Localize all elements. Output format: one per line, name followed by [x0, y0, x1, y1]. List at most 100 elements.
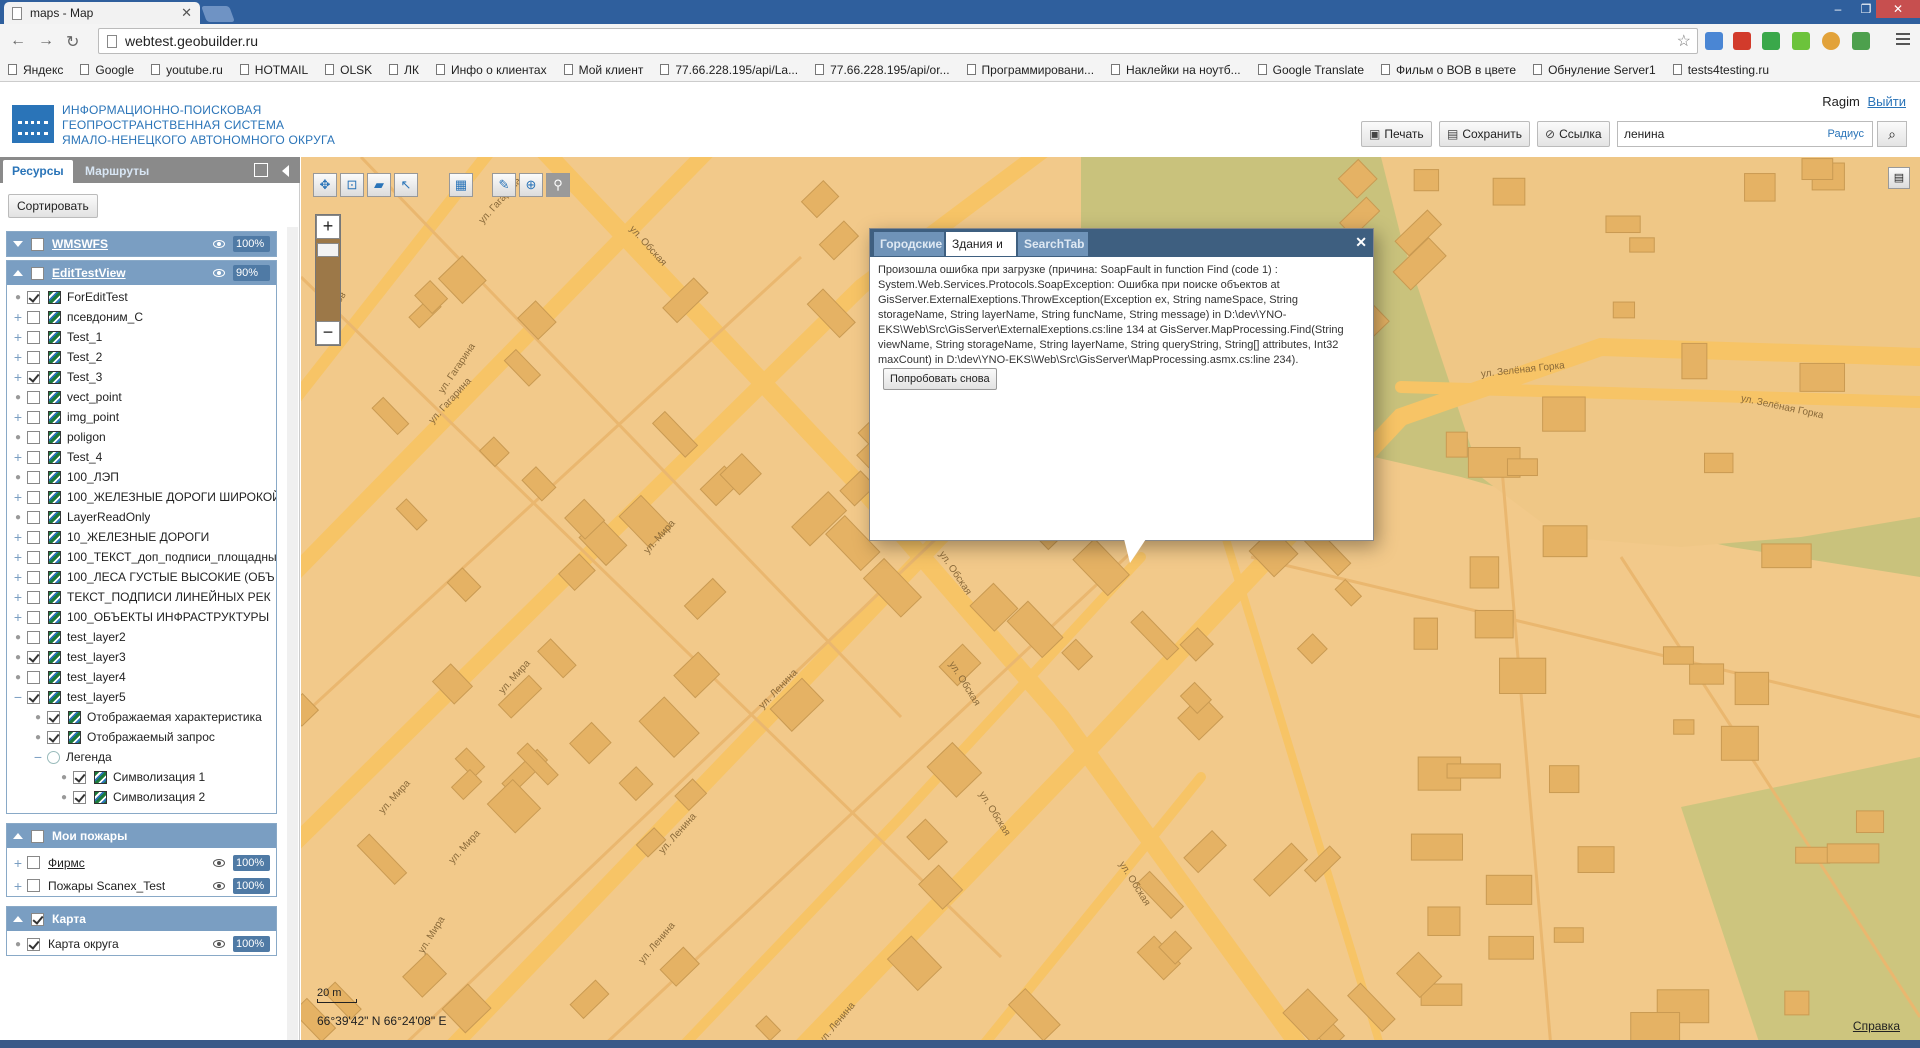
group-checkbox[interactable] — [31, 912, 44, 926]
expand-icon[interactable]: + — [11, 529, 25, 545]
group-checkbox[interactable] — [31, 237, 44, 251]
layer-checkbox[interactable] — [73, 770, 86, 784]
visibility-eye-icon[interactable] — [213, 240, 225, 248]
expand-icon[interactable]: + — [11, 449, 25, 465]
layer-checkbox[interactable] — [27, 879, 40, 892]
popup-close-icon[interactable]: ✕ — [1355, 234, 1367, 251]
sort-button[interactable]: Сортировать — [8, 194, 98, 218]
layer-checkbox[interactable] — [27, 390, 40, 404]
layer-checkbox[interactable] — [27, 630, 40, 644]
collapse-icon[interactable]: − — [31, 749, 45, 765]
print-button[interactable]: ▣ Печать — [1361, 121, 1432, 147]
list-item[interactable]: ● Символизация 2 — [11, 787, 276, 807]
tab-routes[interactable]: Маршруты — [76, 160, 158, 183]
back-icon[interactable]: ← — [10, 32, 26, 50]
layer-checkbox[interactable] — [27, 937, 40, 951]
opacity-dropdown[interactable]: 100% — [233, 877, 270, 894]
close-tab-icon[interactable]: ✕ — [181, 5, 192, 21]
opacity-dropdown[interactable]: 100% — [233, 854, 270, 871]
list-item[interactable]: ● ForEditTest — [11, 287, 276, 307]
group-name[interactable]: EditTestView — [52, 266, 213, 280]
layer-checkbox[interactable] — [27, 350, 40, 364]
panel-scrollbar[interactable] — [287, 227, 298, 1048]
layer-checkbox[interactable] — [27, 510, 40, 524]
visibility-eye-icon[interactable] — [213, 940, 225, 948]
group-header[interactable]: Карта — [7, 907, 276, 931]
opacity-dropdown[interactable]: 100% — [233, 236, 270, 252]
forward-icon[interactable]: → — [38, 32, 54, 50]
expand-icon[interactable]: + — [11, 349, 25, 365]
visibility-eye-icon[interactable] — [213, 858, 225, 867]
bookmark-item[interactable]: Яндекс — [8, 63, 63, 77]
list-item[interactable]: ● 100_ЛЭП — [11, 467, 276, 487]
collapse-icon[interactable]: − — [11, 689, 25, 705]
expand-icon[interactable]: + — [11, 569, 25, 585]
popup-tab-city[interactable]: Городские — [874, 232, 944, 256]
list-item[interactable]: + Test_2 — [11, 347, 276, 367]
search-input[interactable]: ленина Радиус — [1617, 121, 1873, 147]
list-item[interactable]: ● poligon — [11, 427, 276, 447]
bookmark-item[interactable]: OLSK — [325, 63, 372, 77]
bookmark-item[interactable]: Google — [80, 63, 134, 77]
zoom-out-button[interactable]: − — [316, 321, 340, 345]
draw-line-tool-icon[interactable]: ✎ — [492, 173, 516, 197]
opacity-dropdown[interactable]: 90% — [233, 265, 270, 281]
layer-checkbox[interactable] — [73, 790, 86, 804]
list-item[interactable]: + Test_3 — [11, 367, 276, 387]
new-tab-button[interactable] — [201, 6, 235, 22]
layer-checkbox[interactable] — [27, 410, 40, 424]
tab-resources[interactable]: Ресурсы — [3, 160, 73, 183]
group-toggle-icon[interactable] — [13, 916, 23, 922]
list-item[interactable]: + ТЕКСТ_ПОДПИСИ ЛИНЕЙНЫХ РЕК — [11, 587, 276, 607]
expand-icon[interactable]: + — [11, 878, 25, 894]
bookmark-item[interactable]: Фильм о ВОВ в цвете — [1381, 63, 1516, 77]
list-item[interactable]: ● Карта округа 100% — [11, 933, 276, 955]
bookmark-item[interactable]: tests4testing.ru — [1672, 63, 1769, 77]
zoom-in-button[interactable]: + — [316, 215, 340, 239]
layer-checkbox[interactable] — [27, 470, 40, 484]
group-name[interactable]: WMSWFS — [52, 237, 213, 251]
zoom-slider-handle[interactable] — [317, 243, 339, 257]
group-header[interactable]: Мои пожары — [7, 824, 276, 848]
group-name[interactable]: Мои пожары — [52, 829, 276, 843]
layer-checkbox[interactable] — [27, 650, 40, 664]
list-item[interactable]: ● Отображаемый запрос — [11, 727, 276, 747]
layer-checkbox[interactable] — [47, 730, 60, 744]
expand-icon[interactable]: + — [11, 549, 25, 565]
layer-name[interactable]: Фирмс — [48, 856, 85, 870]
bookmark-item[interactable]: Программировани... — [966, 63, 1094, 77]
reload-icon[interactable]: ↻ — [66, 32, 79, 52]
layer-checkbox[interactable] — [27, 310, 40, 324]
layer-checkbox[interactable] — [27, 590, 40, 604]
bookmark-star-icon[interactable]: ☆ — [1677, 31, 1691, 51]
bookmark-item[interactable]: HOTMAIL — [239, 63, 308, 77]
expand-icon[interactable]: + — [11, 369, 25, 385]
address-bar[interactable]: webtest.geobuilder.ru ☆ — [98, 28, 1698, 54]
layer-checkbox[interactable] — [27, 330, 40, 344]
search-button[interactable]: ⌕ — [1877, 121, 1907, 147]
list-item[interactable]: ● test_layer4 — [11, 667, 276, 687]
pan-tool-icon[interactable]: ✥ — [313, 173, 337, 197]
popup-tab-buildings[interactable]: Здания и — [946, 232, 1016, 256]
layer-checkbox[interactable] — [27, 530, 40, 544]
expand-icon[interactable]: + — [11, 409, 25, 425]
panel-detach-icon[interactable] — [254, 163, 268, 177]
download-extension-icon[interactable] — [1792, 32, 1810, 50]
list-item[interactable]: +100_ЛЕСА ГУСТЫЕ ВЫСОКИЕ (ОБЪ — [11, 567, 276, 587]
gmail-extension-icon[interactable] — [1733, 32, 1751, 50]
layer-checkbox[interactable] — [27, 290, 40, 304]
layer-checkbox[interactable] — [27, 370, 40, 384]
layer-checkbox[interactable] — [47, 710, 60, 724]
list-item[interactable]: + Test_1 — [11, 327, 276, 347]
list-item[interactable]: + Test_4 — [11, 447, 276, 467]
layer-checkbox[interactable] — [27, 670, 40, 684]
layer-checkbox[interactable] — [27, 610, 40, 624]
list-item[interactable]: + img_point — [11, 407, 276, 427]
layer-checkbox[interactable] — [27, 490, 40, 504]
select-info-tool-icon[interactable]: ↖ — [394, 173, 418, 197]
ruler-tool-icon[interactable]: ▰ — [367, 173, 391, 197]
list-item[interactable]: + Фирмс 100% — [11, 851, 276, 874]
layer-checkbox[interactable] — [27, 690, 40, 704]
bookmark-item[interactable]: 77.66.228.195/api/or... — [815, 63, 950, 77]
expand-icon[interactable]: + — [11, 609, 25, 625]
